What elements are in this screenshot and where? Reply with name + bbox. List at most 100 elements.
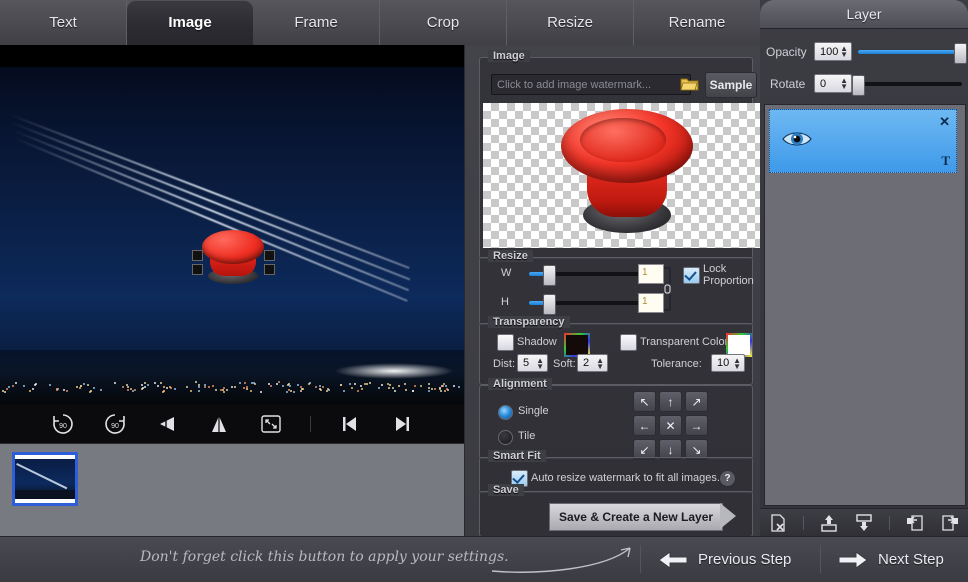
rotate-spinner[interactable]: 0▲▼ — [814, 74, 852, 93]
city-light-dot — [420, 385, 422, 387]
tab-resize[interactable]: Resize — [507, 0, 634, 45]
previous-step-button[interactable]: Previous Step — [658, 541, 791, 578]
rotate-left-90-icon[interactable]: 90 — [50, 411, 76, 437]
watermark-on-image[interactable] — [196, 230, 270, 288]
thumbnail-image — [15, 459, 75, 499]
rotate-slider-knob[interactable] — [852, 75, 865, 96]
layer-list-item[interactable]: ✕ T — [769, 109, 957, 173]
settings-panel: Image Click to add image watermark... Sa… — [464, 45, 761, 536]
help-icon[interactable]: ? — [719, 470, 736, 487]
watermark-editor-window: Text Image Frame Crop Resize Rename 90 9… — [0, 0, 968, 581]
next-step-button[interactable]: Next Step — [838, 541, 944, 578]
resize-handle-left[interactable] — [192, 250, 203, 261]
height-value: 1 — [642, 296, 648, 307]
align-top-center[interactable]: ↑ — [659, 391, 682, 412]
city-light-dot — [351, 387, 353, 389]
tab-rename[interactable]: Rename — [634, 0, 760, 45]
city-light-dot — [431, 388, 433, 390]
resize-handle-bottom-left[interactable] — [192, 264, 203, 275]
flip-vertical-icon[interactable] — [206, 411, 232, 437]
align-middle-right[interactable]: → — [685, 415, 708, 436]
lock-proportion-checkbox[interactable] — [683, 267, 700, 284]
layer-close-icon[interactable]: ✕ — [939, 114, 950, 130]
opacity-slider-knob[interactable] — [954, 43, 967, 64]
flip-horizontal-icon[interactable] — [154, 411, 180, 437]
city-light-dot — [215, 389, 217, 391]
alignment-single-radio[interactable] — [498, 405, 513, 420]
alignment-group-title: Alignment — [488, 378, 552, 390]
dist-spinner[interactable]: 5▲▼ — [517, 354, 548, 372]
opacity-slider-fill — [858, 50, 958, 54]
width-value-box[interactable]: 1 — [638, 264, 664, 284]
city-light-dot — [4, 391, 6, 393]
shadow-checkbox[interactable] — [497, 334, 514, 351]
tolerance-spinner[interactable]: 10▲▼ — [711, 354, 745, 372]
previous-image-icon[interactable] — [337, 411, 363, 437]
soft-spinner[interactable]: 2▲▼ — [577, 354, 608, 372]
align-top-right[interactable]: ↗ — [685, 391, 708, 412]
main-tab-bar: Text Image Frame Crop Resize Rename — [0, 0, 760, 46]
city-light-dot — [166, 387, 168, 389]
hint-text: Don't forget click this button to apply … — [140, 549, 509, 565]
rotate-right-90-icon[interactable]: 90 — [102, 411, 128, 437]
thumbnail-strip[interactable] — [0, 443, 464, 523]
height-value-box[interactable]: 1 — [638, 293, 664, 313]
tab-text[interactable]: Text — [0, 0, 127, 45]
toolbar-separator — [310, 416, 311, 432]
tab-crop[interactable]: Crop — [380, 0, 507, 45]
alignment-tile-radio[interactable] — [498, 430, 513, 445]
align-middle-left[interactable]: ← — [633, 415, 656, 436]
save-layer-icon[interactable] — [940, 513, 960, 533]
load-layer-icon[interactable] — [905, 513, 925, 533]
tab-frame[interactable]: Frame — [253, 0, 380, 45]
city-light-dot — [157, 385, 159, 387]
thumbnail-item[interactable] — [12, 452, 78, 506]
image-group-title: Image — [488, 50, 530, 62]
city-light-dot — [195, 381, 197, 383]
layer-visibility-eye-icon[interactable] — [782, 130, 812, 148]
city-light-dot — [231, 386, 233, 388]
city-light-dot — [445, 385, 447, 387]
city-light-dot — [276, 383, 278, 385]
transparent-color-checkbox[interactable] — [620, 334, 637, 351]
layer-panel: Layer Opacity 100▲▼ Rotate 0▲▼ ✕ T — [760, 0, 968, 536]
city-light-dot — [270, 385, 272, 387]
city-light-dot — [442, 385, 444, 387]
thumbnail-city — [15, 490, 75, 499]
city-light-dot — [381, 384, 383, 386]
rotate-slider-track[interactable] — [858, 82, 962, 86]
align-top-left[interactable]: ↖ — [633, 391, 656, 412]
city-light-dot — [243, 387, 245, 389]
height-slider-knob[interactable] — [543, 294, 556, 315]
folder-icon[interactable] — [680, 76, 699, 92]
previous-step-label: Previous Step — [698, 551, 791, 568]
arrow-glyph: ✕ — [665, 419, 675, 433]
tab-image[interactable]: Image — [127, 0, 253, 45]
resize-handle-right[interactable] — [264, 250, 275, 261]
fit-to-screen-icon[interactable] — [258, 411, 284, 437]
city-light-dot — [244, 382, 246, 384]
preview-sky — [0, 67, 464, 362]
width-slider-knob[interactable] — [543, 265, 556, 286]
city-light-dot — [160, 382, 162, 384]
city-light-dot — [392, 387, 394, 389]
save-create-layer-button[interactable]: Save & Create a New Layer — [549, 503, 723, 531]
align-center[interactable]: ✕ — [659, 415, 682, 436]
resize-handle-bottom-right[interactable] — [264, 264, 275, 275]
save-group-title: Save — [488, 484, 524, 496]
alignment-tile-label: Tile — [518, 430, 535, 442]
move-layer-up-icon[interactable] — [819, 513, 839, 533]
city-light-dot — [130, 388, 132, 390]
sample-button[interactable]: Sample — [705, 72, 757, 98]
image-preview-canvas[interactable] — [0, 45, 464, 405]
watermark-path-input[interactable]: Click to add image watermark... — [491, 74, 691, 95]
arrow-glyph: ↑ — [668, 395, 674, 409]
next-image-icon[interactable] — [389, 411, 415, 437]
city-light-dot — [250, 390, 252, 392]
city-light-dot — [93, 387, 95, 389]
opacity-spinner[interactable]: 100▲▼ — [814, 42, 852, 61]
delete-layer-icon[interactable] — [768, 513, 788, 533]
move-layer-down-icon[interactable] — [854, 513, 874, 533]
watermark-preview[interactable] — [483, 103, 765, 248]
layer-list[interactable]: ✕ T — [764, 104, 966, 506]
